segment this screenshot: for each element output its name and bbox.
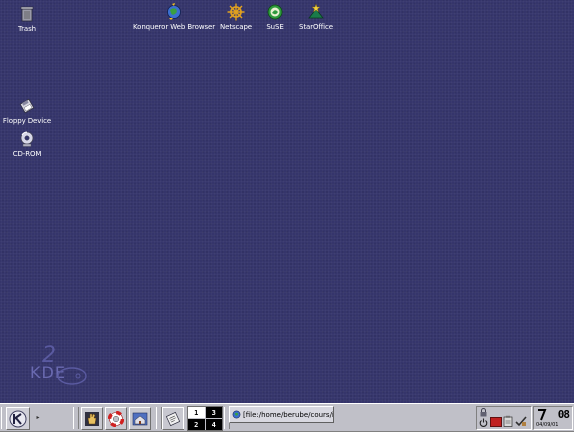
k-menu-icon bbox=[9, 410, 27, 427]
keyboard-layout-icon[interactable] bbox=[490, 417, 502, 427]
pager-desktop-1[interactable]: 1 bbox=[188, 407, 205, 418]
panel-handle-2[interactable] bbox=[73, 407, 79, 429]
hand-icon bbox=[85, 411, 99, 426]
trash-icon bbox=[17, 4, 37, 24]
netscape-wheel-icon bbox=[226, 2, 246, 22]
suse-chameleon-icon bbox=[265, 2, 285, 22]
floppy-label: Floppy Device bbox=[2, 117, 52, 125]
clock-date: 04/09/01 bbox=[536, 422, 559, 428]
k-menu-button[interactable] bbox=[6, 407, 30, 430]
cdrom-desktop-icon[interactable]: CD-ROM bbox=[10, 129, 44, 158]
konqueror-task-icon bbox=[232, 410, 241, 419]
home-icon bbox=[132, 412, 148, 425]
svg-text:KDE: KDE bbox=[30, 363, 66, 382]
hand-launcher-button[interactable] bbox=[81, 407, 103, 430]
trash-desktop-icon[interactable]: Trash bbox=[12, 4, 42, 33]
staroffice-icon bbox=[306, 2, 326, 22]
staroffice-desktop-icon[interactable]: StarOffice bbox=[298, 2, 334, 31]
clock-time: 08 bbox=[557, 408, 570, 421]
cdrom-label: CD-ROM bbox=[12, 150, 42, 158]
panel-clock[interactable]: 08 04/09/01 bbox=[533, 406, 573, 430]
konqueror-desktop-icon[interactable]: Konqueror Web Browser bbox=[133, 2, 216, 31]
pager-desktop-4[interactable]: 4 bbox=[205, 419, 222, 430]
text-editor-icon bbox=[165, 411, 181, 426]
home-folder-button[interactable] bbox=[129, 407, 151, 430]
kde2-logo-watermark: 2 KDE bbox=[28, 340, 90, 396]
windowlist-arrow-icon: ▸ bbox=[36, 414, 40, 421]
netscape-label: Netscape bbox=[219, 23, 253, 31]
suse-label: SuSE bbox=[266, 23, 284, 31]
help-lifebuoy-button[interactable] bbox=[105, 407, 127, 430]
lock-icon[interactable] bbox=[479, 408, 488, 417]
cdrom-disc-icon bbox=[17, 129, 37, 149]
kicker-panel: ▸ 1 3 2 4 [file:/home/berube/cours/i... … bbox=[0, 403, 574, 432]
trash-label: Trash bbox=[18, 25, 36, 33]
floppy-desktop-icon[interactable]: Floppy Device bbox=[2, 96, 52, 125]
netscape-desktop-icon[interactable]: Netscape bbox=[218, 2, 254, 31]
konqueror-label: Konqueror Web Browser bbox=[133, 23, 216, 31]
windowlist-button[interactable]: ▸ bbox=[34, 407, 42, 428]
clock-hand-icon bbox=[538, 409, 547, 421]
pager-desktop-2[interactable]: 2 bbox=[188, 419, 205, 430]
lifebuoy-icon bbox=[108, 410, 124, 427]
desktop-pager: 1 3 2 4 bbox=[187, 406, 223, 431]
staroffice-label: StarOffice bbox=[299, 23, 333, 31]
suse-desktop-icon[interactable]: SuSE bbox=[262, 2, 288, 31]
floppy-disk-icon bbox=[17, 96, 37, 116]
clipboard-icon[interactable] bbox=[503, 415, 513, 427]
taskbar-konqueror-entry[interactable]: [file:/home/berube/cours/i... bbox=[229, 406, 334, 423]
taskbar-entry-title: [file:/home/berube/cours/i... bbox=[243, 410, 334, 419]
mixer-checkmark-icon[interactable] bbox=[515, 415, 527, 427]
system-tray bbox=[476, 406, 532, 430]
desktop: Trash Konqueror Web Browser Netscape SuS… bbox=[0, 0, 574, 403]
konqueror-icon bbox=[164, 2, 184, 22]
editor-launcher-button[interactable] bbox=[162, 407, 184, 430]
logout-power-icon[interactable] bbox=[479, 418, 488, 427]
pager-desktop-3[interactable]: 3 bbox=[205, 407, 222, 418]
